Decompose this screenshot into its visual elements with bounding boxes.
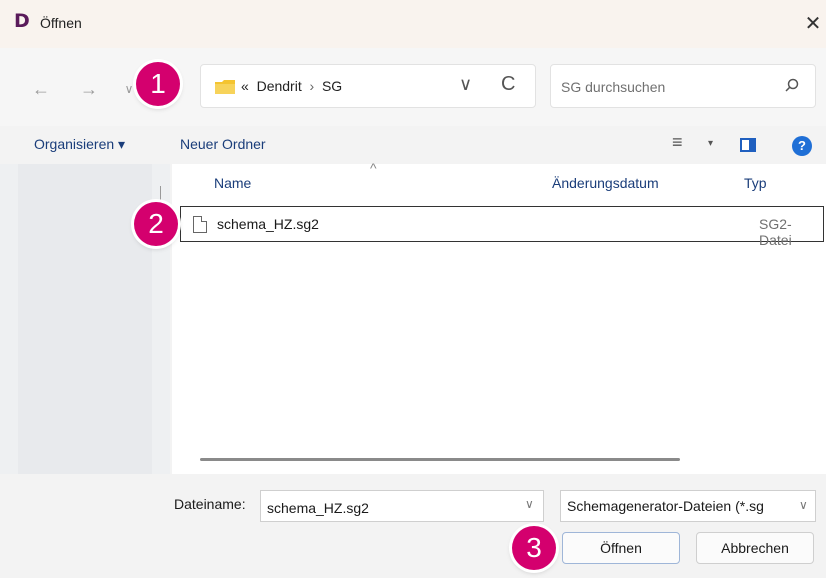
search-input[interactable] bbox=[559, 75, 763, 99]
step-marker-3: 3 bbox=[512, 526, 556, 570]
chevron-down-icon[interactable]: ∨ bbox=[799, 498, 808, 512]
forward-arrow-icon[interactable]: → bbox=[78, 78, 100, 100]
pane-divider[interactable] bbox=[160, 186, 161, 202]
view-options-icon[interactable]: ≡ bbox=[672, 132, 683, 153]
new-folder-button[interactable]: Neuer Ordner bbox=[180, 136, 266, 152]
step-marker-2: 2 bbox=[134, 202, 178, 246]
filename-label: Dateiname: bbox=[174, 496, 246, 512]
address-dropdown-icon[interactable]: ∨ bbox=[459, 74, 472, 95]
filename-input[interactable] bbox=[265, 497, 519, 519]
navigation-pane-content bbox=[18, 164, 152, 474]
close-button[interactable]: ✕ bbox=[800, 10, 826, 38]
cancel-button[interactable]: Abbrechen bbox=[696, 532, 814, 564]
breadcrumb-sg[interactable]: SG bbox=[322, 78, 342, 94]
filetype-select[interactable]: Schemagenerator-Dateien (*.sg ∨ bbox=[560, 490, 816, 522]
column-header-name[interactable]: Name bbox=[214, 175, 251, 191]
preview-pane-icon[interactable] bbox=[740, 138, 756, 152]
filetype-value: Schemagenerator-Dateien (*.sg bbox=[567, 498, 764, 514]
filename-combobox[interactable]: ∨ bbox=[260, 490, 544, 522]
horizontal-scrollbar[interactable] bbox=[200, 458, 680, 461]
help-icon[interactable]: ? bbox=[792, 136, 812, 156]
search-box[interactable] bbox=[550, 64, 816, 108]
breadcrumb-dendrit[interactable]: Dendrit bbox=[257, 78, 302, 94]
chevron-down-icon[interactable]: ∨ bbox=[525, 497, 534, 511]
column-header-type[interactable]: Typ bbox=[744, 175, 767, 191]
breadcrumb: « Dendrit › SG bbox=[241, 78, 342, 94]
address-bar[interactable]: « Dendrit › SG ∨ C bbox=[200, 64, 536, 108]
app-logo: D bbox=[14, 10, 30, 32]
window-title: Öffnen bbox=[40, 15, 82, 31]
refresh-icon[interactable]: C bbox=[501, 73, 515, 96]
search-icon[interactable] bbox=[783, 77, 801, 95]
back-arrow-icon[interactable]: ← bbox=[30, 78, 52, 100]
file-name: schema_HZ.sg2 bbox=[217, 216, 319, 232]
column-header-date[interactable]: Änderungsdatum bbox=[552, 175, 659, 191]
organize-menu[interactable]: Organisieren ▾ bbox=[34, 136, 125, 153]
view-caret-icon[interactable]: ▾ bbox=[708, 138, 713, 149]
file-type: SG2-Datei bbox=[759, 216, 792, 248]
breadcrumb-overflow[interactable]: « bbox=[241, 78, 249, 94]
file-icon bbox=[193, 216, 207, 233]
title-bar bbox=[0, 0, 826, 48]
open-button[interactable]: Öffnen bbox=[562, 532, 680, 564]
file-row[interactable]: schema_HZ.sg2 SG2-Datei bbox=[180, 206, 824, 248]
sort-indicator-icon: ^ bbox=[370, 160, 377, 176]
folder-icon bbox=[215, 80, 235, 94]
breadcrumb-separator: › bbox=[309, 78, 315, 94]
step-marker-1: 1 bbox=[136, 62, 180, 106]
